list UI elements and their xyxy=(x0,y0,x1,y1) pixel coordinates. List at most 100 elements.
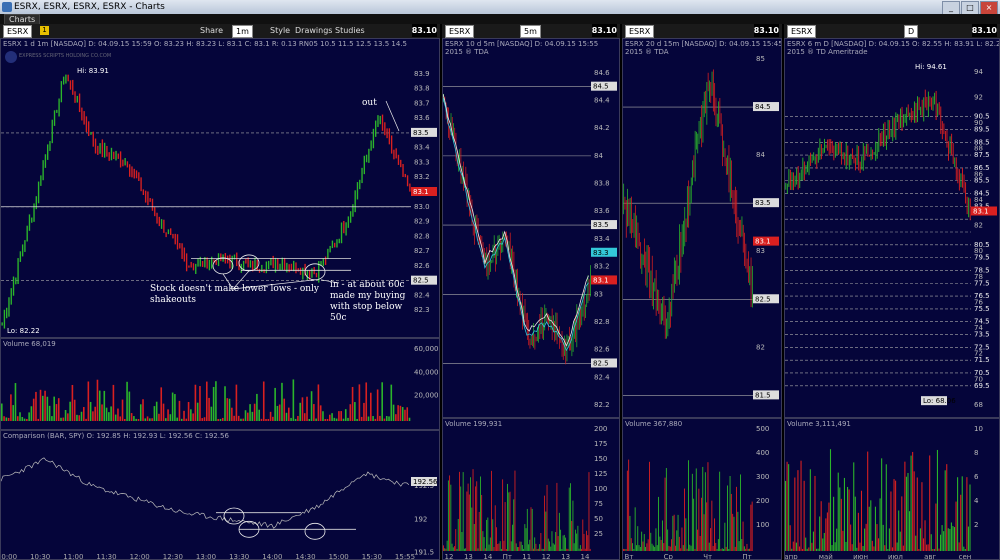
hi-label: Hi: 83.91 xyxy=(77,67,109,75)
volume-tick-label: 6 xyxy=(974,473,979,481)
volume-bar xyxy=(837,472,839,551)
volume-bar xyxy=(292,379,295,421)
studies-button[interactable]: Studies xyxy=(335,24,365,37)
volume-bar xyxy=(667,529,669,551)
volume-bar xyxy=(874,506,876,551)
volume-bar xyxy=(750,504,752,551)
volume-bar xyxy=(515,543,517,551)
volume-bar xyxy=(633,548,635,551)
volume-bar xyxy=(955,501,957,551)
volume-bar xyxy=(326,418,329,421)
volume-bar xyxy=(281,382,283,421)
volume-bar xyxy=(315,418,317,421)
symbol-selector[interactable]: ESRX xyxy=(3,25,33,38)
volume-bar xyxy=(730,493,732,551)
volume-bar xyxy=(194,384,197,421)
volume-bar xyxy=(639,546,641,551)
volume-bar xyxy=(876,524,878,551)
symbol-selector[interactable]: ESRX xyxy=(625,25,655,38)
level-label: 79.5 xyxy=(974,254,990,262)
price-chart-3[interactable]: ESRX 20 d 15m [NASDAQ] D: 04.09.15 15:45… xyxy=(622,38,782,418)
volume-bar xyxy=(952,526,954,551)
volume-tick-label: 2 xyxy=(974,521,978,529)
volume-bar xyxy=(504,502,506,551)
volume-bar xyxy=(78,415,81,421)
volume-bar xyxy=(133,416,135,421)
volume-bar xyxy=(964,548,966,551)
volume-bar xyxy=(510,541,512,551)
volume-bar xyxy=(260,418,263,421)
x-tick-label: 13:30 xyxy=(229,553,249,560)
close-icon[interactable]: × xyxy=(980,1,998,15)
volume-bar xyxy=(128,391,131,421)
y-tick-label: 82.6 xyxy=(414,262,430,270)
volume-bar xyxy=(629,515,631,551)
x-tick-label: Пт xyxy=(503,553,512,560)
volume-bar xyxy=(582,519,584,551)
level-label: 86.5 xyxy=(974,164,990,172)
volume-bar xyxy=(930,534,932,551)
level-label: 88.5 xyxy=(974,138,990,146)
volume-bar xyxy=(724,522,726,551)
price-chart-2[interactable]: ESRX 10 d 5m [NASDAQ] D: 04.09.15 15:55 … xyxy=(442,38,620,418)
volume-bar xyxy=(668,545,670,551)
volume-bar xyxy=(342,418,345,421)
price-chart-4[interactable]: ESRX 6 m D [NASDAQ] D: 04.09.15 O: 82.55… xyxy=(784,38,1000,418)
volume-bar xyxy=(5,417,8,421)
volume-bar xyxy=(85,418,87,421)
volume-tick-label: 100 xyxy=(594,485,607,493)
volume-bar xyxy=(565,537,566,551)
volume-bar xyxy=(898,510,900,551)
volume-bar xyxy=(641,531,643,551)
symbol-selector[interactable]: ESRX xyxy=(445,25,475,38)
volume-bar xyxy=(319,405,322,421)
volume-bar xyxy=(534,537,536,551)
hi-label: Hi: 94.61 xyxy=(915,63,947,71)
volume-bar xyxy=(500,548,502,551)
style-button[interactable]: Style xyxy=(270,24,290,37)
volume-bar xyxy=(306,396,308,421)
volume-bar xyxy=(169,414,172,421)
aggregation-selector[interactable]: 1m xyxy=(232,25,253,38)
link-group-icon[interactable]: 1 xyxy=(40,26,49,35)
volume-bar xyxy=(843,477,845,551)
volume-tick-label: 200 xyxy=(756,497,769,505)
aggregation-selector[interactable]: D xyxy=(904,25,919,38)
volume-bar xyxy=(561,548,563,551)
y-tick-label: 83.4 xyxy=(414,144,430,152)
minimize-icon[interactable]: _ xyxy=(942,1,960,15)
lo-label: Lo: 82.22 xyxy=(7,327,40,335)
volume-bar xyxy=(573,543,575,551)
symbol-selector[interactable]: ESRX xyxy=(787,25,817,38)
volume-bar xyxy=(520,541,522,551)
volume-bar xyxy=(588,472,590,551)
y-tick-label: 83.4 xyxy=(594,235,610,243)
maximize-icon[interactable]: □ xyxy=(961,1,979,15)
volume-bar xyxy=(808,547,810,551)
volume-bar xyxy=(547,538,549,551)
volume-bar xyxy=(258,409,260,421)
volume-bar xyxy=(816,548,818,551)
volume-bar xyxy=(949,528,951,551)
volume-bar xyxy=(924,520,926,551)
volume-bar xyxy=(528,544,529,551)
price-flag: 84.5 xyxy=(593,83,609,91)
volume-bar xyxy=(272,416,274,421)
volume-bar xyxy=(142,399,144,421)
drawings-button[interactable]: Drawings xyxy=(295,24,332,37)
volume-bar xyxy=(736,486,738,551)
volume-bar xyxy=(331,413,333,421)
price-flag: 83.5 xyxy=(755,199,771,207)
x-tick-label: 12:00 xyxy=(130,553,150,560)
volume-bar xyxy=(552,543,554,551)
volume-bar xyxy=(507,483,508,551)
volume-bar xyxy=(541,548,543,551)
volume-bar xyxy=(313,404,315,421)
volume-bar xyxy=(699,535,701,551)
app-icon xyxy=(2,2,12,12)
share-button[interactable]: Share xyxy=(200,24,223,37)
volume-bar xyxy=(219,418,222,421)
volume-bar xyxy=(392,404,395,421)
aggregation-selector[interactable]: 5m xyxy=(520,25,541,38)
volume-chart-1: Volume 68,019 60,000 40,000 20,000 xyxy=(0,338,440,430)
